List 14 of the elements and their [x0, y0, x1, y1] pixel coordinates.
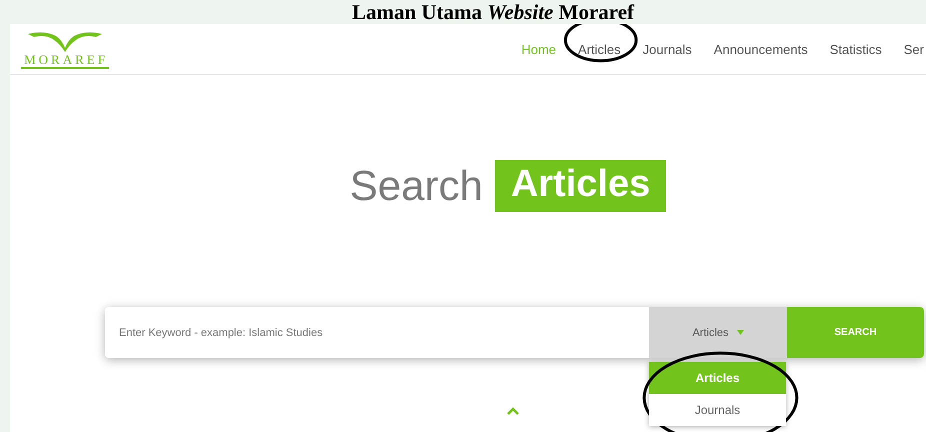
keyword-input[interactable]: Enter Keyword - example: Islamic Studies — [105, 307, 649, 358]
nav-link[interactable]: Ser — [904, 42, 924, 56]
open-book-logo-icon — [26, 30, 104, 52]
chevron-up-icon[interactable] — [507, 407, 519, 415]
dropdown-option[interactable]: Journals — [649, 394, 786, 426]
figure-caption: Laman Utama Website Moraref — [350, 0, 634, 24]
hero-highlight: Articles — [494, 160, 666, 212]
logo-text: MORAREF — [21, 52, 109, 68]
caret-icon — [736, 330, 744, 335]
hero-title: Search — [350, 162, 483, 210]
nav-link[interactable]: Statistics — [830, 42, 882, 56]
category-dropdown[interactable]: Articles — [649, 307, 787, 358]
nav-link[interactable]: Journals — [642, 42, 692, 56]
nav-link[interactable]: Announcements — [714, 42, 808, 56]
